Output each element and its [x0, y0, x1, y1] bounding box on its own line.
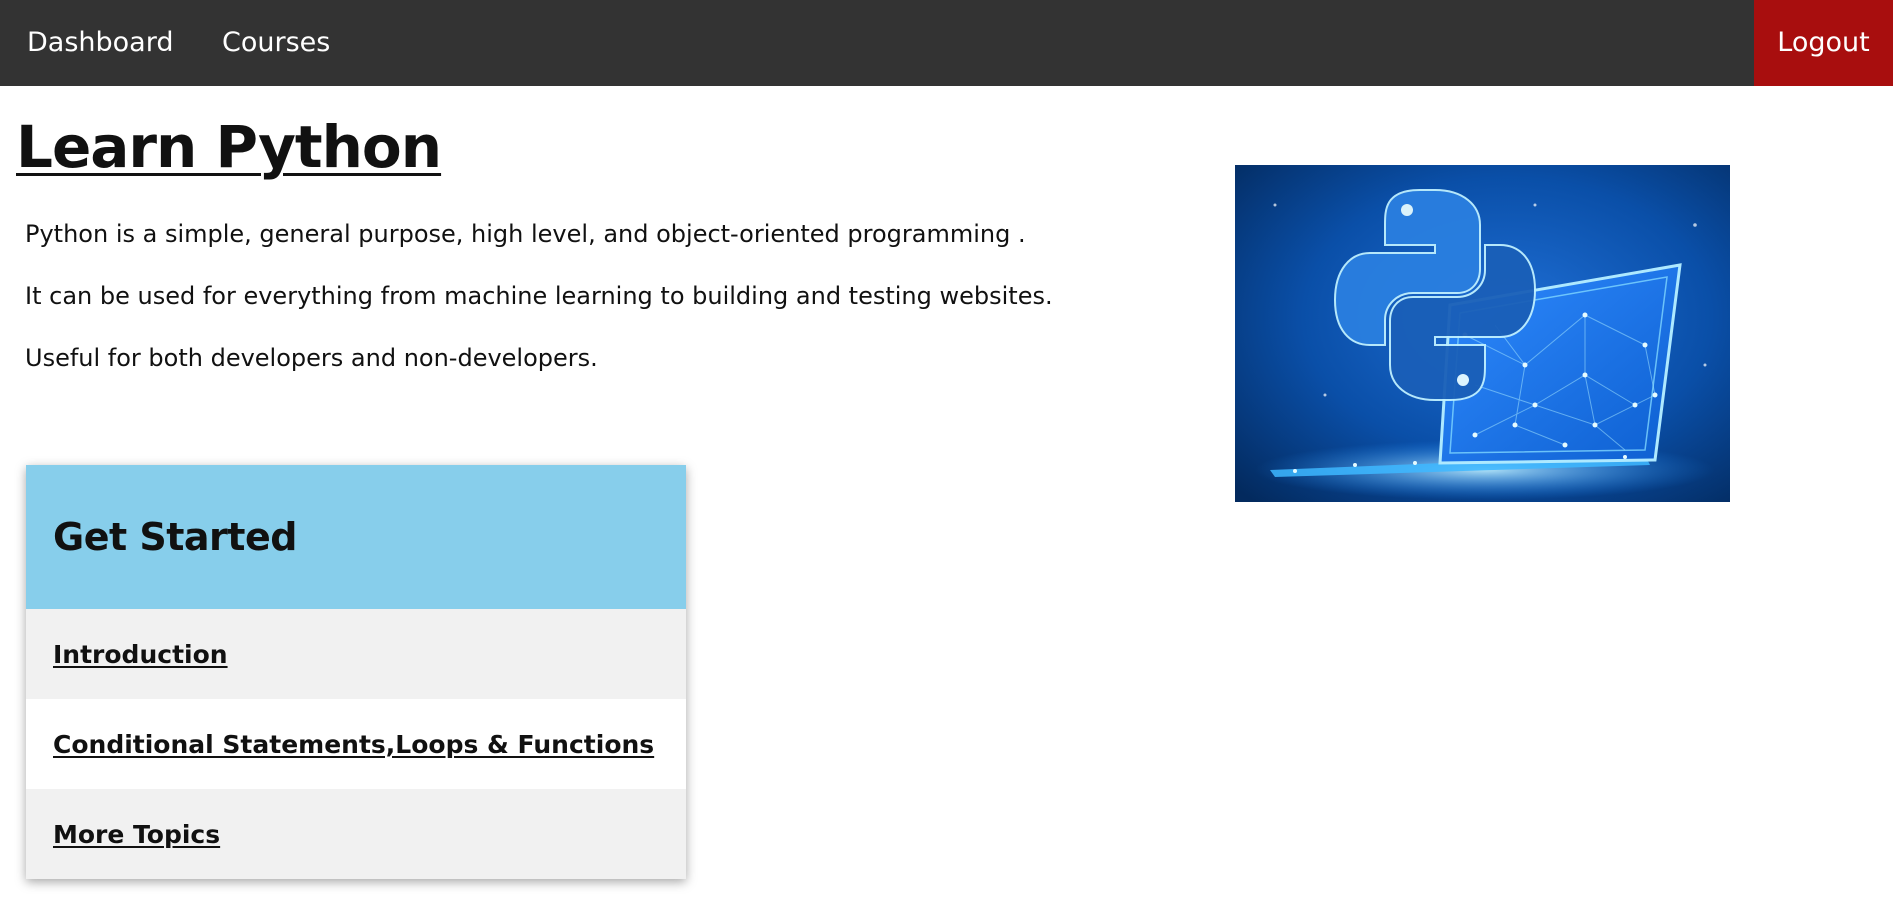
- card-title: Get Started: [53, 515, 297, 559]
- get-started-card: Get Started Introduction Conditional Sta…: [26, 465, 686, 879]
- list-item: More Topics: [26, 789, 686, 879]
- introduction-link[interactable]: Introduction: [53, 640, 228, 669]
- top-navbar: Dashboard Courses Logout: [0, 0, 1893, 86]
- intro-paragraph-3: Useful for both developers and non-devel…: [25, 344, 598, 372]
- intro-paragraph-2: It can be used for everything from machi…: [25, 282, 1053, 310]
- list-item: Introduction: [26, 609, 686, 699]
- nav-courses-link[interactable]: Courses: [222, 0, 330, 86]
- nav-dashboard-link[interactable]: Dashboard: [27, 0, 173, 86]
- list-item: Conditional Statements,Loops & Functions: [26, 699, 686, 789]
- python-laptop-image: [1235, 165, 1730, 502]
- card-header: Get Started: [26, 465, 686, 609]
- logout-button[interactable]: Logout: [1754, 0, 1893, 86]
- intro-paragraph-1: Python is a simple, general purpose, hig…: [25, 220, 1026, 248]
- more-topics-link[interactable]: More Topics: [53, 820, 220, 849]
- page-title: Learn Python: [16, 113, 442, 181]
- conditional-statements-link[interactable]: Conditional Statements,Loops & Functions: [53, 730, 654, 759]
